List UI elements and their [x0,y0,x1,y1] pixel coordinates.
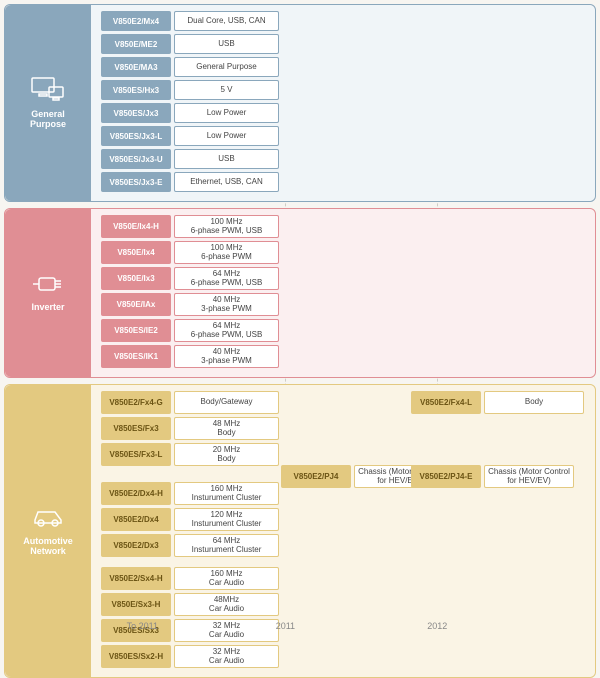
category-title: Inverter [31,302,64,312]
part-chip: V850ES/Jx3 [101,103,171,123]
part-chip: V850E2/Dx3 [101,534,171,557]
motor-icon [33,274,63,296]
part-desc: 160 MHzCar Audio [174,567,279,590]
part-chip: V850E/ME2 [101,34,171,54]
part-desc: 160 MHzInsturument Cluster [174,482,279,505]
part-desc: Ethernet, USB, CAN [174,172,279,192]
part-chip: V850ES/Jx3-L [101,126,171,146]
part-desc: Low Power [174,103,279,123]
part-desc: 40 MHz3-phase PWM [174,345,279,368]
part-chip: V850E/IAx [101,293,171,316]
part-desc: 64 MHz6-phase PWM, USB [174,319,279,342]
placed-fx4l: V850E2/Fx4-L Body [411,391,584,414]
placed-pj4e: V850E2/PJ4-E Chassis (Motor Control for … [411,465,574,488]
section-body: V850E/Ix4-H100 MHz6-phase PWM, USB V850E… [91,209,595,377]
year-label: 2011 [276,621,295,631]
section-inverter: Inverter V850E/Ix4-H100 MHz6-phase PWM, … [4,208,596,378]
section-body: V850E2/Mx4Dual Core, USB, CAN V850E/ME2U… [91,5,595,201]
category-title: AutomotiveNetwork [23,536,73,556]
part-chip: V850E2/Fx4-G [101,391,171,414]
section-general-purpose: GeneralPurpose V850E2/Mx4Dual Core, USB,… [4,4,596,202]
part-desc: General Purpose [174,57,279,77]
part-chip: V850E2/Mx4 [101,11,171,31]
part-chip: V850E2/Sx4-H [101,567,171,590]
year-label: To 2011 [127,621,158,631]
part-desc: 5 V [174,80,279,100]
part-chip: V850E/Sx3-H [101,593,171,616]
part-chip: V850ES/Fx3-L [101,443,171,466]
part-desc: 64 MHz6-phase PWM, USB [174,267,279,290]
part-chip: V850E/Ix4 [101,241,171,264]
part-chip: V850E2/Dx4-H [101,482,171,505]
part-desc: 64 MHzInsturument Cluster [174,534,279,557]
part-desc: 100 MHz6-phase PWM [174,241,279,264]
part-chip: V850E/Ix4-H [101,215,171,238]
part-desc: USB [174,34,279,54]
part-chip: V850ES/Sx2-H [101,645,171,668]
part-desc: 100 MHz6-phase PWM, USB [174,215,279,238]
part-desc: Chassis (Motor Control for HEV/EV) [484,465,574,488]
part-desc: 32 MHzCar Audio [174,645,279,668]
part-chip: V850E/Ix3 [101,267,171,290]
desktop-icon [31,77,65,103]
timeline-labels: To 2011 2011 2012 [8,621,592,637]
roadmap-diagram: GeneralPurpose V850E2/Mx4Dual Core, USB,… [0,0,600,639]
part-chip: V850ES/Hx3 [101,80,171,100]
part-desc: Low Power [174,126,279,146]
part-chip: V850ES/Jx3-U [101,149,171,169]
category-title: GeneralPurpose [30,109,66,129]
part-desc: 48MHzCar Audio [174,593,279,616]
part-chip: V850ES/IK1 [101,345,171,368]
part-desc: 48 MHzBody [174,417,279,440]
category-label-inverter: Inverter [5,209,91,377]
part-desc: Body/Gateway [174,391,279,414]
part-desc: 120 MHzInsturument Cluster [174,508,279,531]
part-desc: USB [174,149,279,169]
part-chip: V850E2/Dx4 [101,508,171,531]
category-label-general-purpose: GeneralPurpose [5,5,91,201]
part-chip: V850E2/PJ4 [281,465,351,488]
part-chip: V850E/MA3 [101,57,171,77]
part-chip: V850ES/Fx3 [101,417,171,440]
part-desc: Body [484,391,584,414]
part-desc: 20 MHzBody [174,443,279,466]
car-icon [31,506,65,530]
year-label: 2012 [427,621,447,631]
part-chip: V850ES/Jx3-E [101,172,171,192]
part-chip: V850E2/Fx4-L [411,391,481,414]
part-desc: Dual Core, USB, CAN [174,11,279,31]
part-chip: V850ES/IE2 [101,319,171,342]
part-desc: 40 MHz3-phase PWM [174,293,279,316]
part-chip: V850E2/PJ4-E [411,465,481,488]
